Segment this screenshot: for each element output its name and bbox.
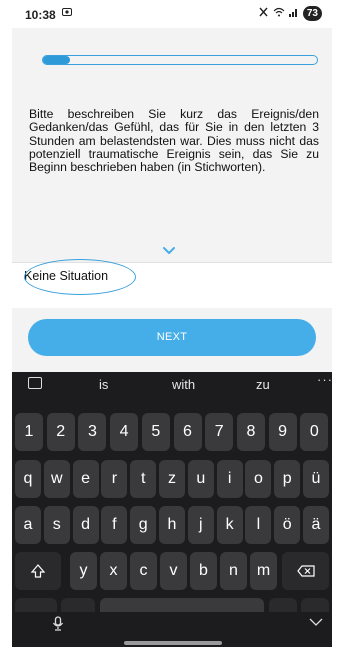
shift-icon xyxy=(30,563,46,578)
suggestion-1[interactable]: is xyxy=(99,377,108,392)
microphone-icon[interactable] xyxy=(52,616,64,635)
chevron-down-icon[interactable] xyxy=(162,246,176,256)
key-f[interactable]: f xyxy=(101,506,128,544)
backspace-key[interactable] xyxy=(282,552,329,590)
key-q[interactable]: q xyxy=(15,460,41,498)
battery-badge: 73 xyxy=(302,6,322,21)
next-button[interactable]: NEXT xyxy=(28,319,316,356)
key-b[interactable]: b xyxy=(190,552,217,590)
key-c[interactable]: c xyxy=(130,552,157,590)
key-p[interactable]: p xyxy=(274,460,301,498)
key-l[interactable]: l xyxy=(245,506,272,544)
key-g[interactable]: g xyxy=(130,506,157,544)
key-ü[interactable]: ü xyxy=(303,460,329,498)
key-9[interactable]: 9 xyxy=(268,413,297,451)
question-text: Bitte beschreiben Sie kurz das Ereignis/… xyxy=(29,107,319,175)
key-u[interactable]: u xyxy=(187,460,214,498)
key-r[interactable]: r xyxy=(101,460,128,498)
key-6[interactable]: 6 xyxy=(173,413,202,451)
key-2[interactable]: 2 xyxy=(46,413,75,451)
key-k[interactable]: k xyxy=(216,506,243,544)
key-y[interactable]: y xyxy=(70,552,97,590)
key-ä[interactable]: ä xyxy=(303,506,329,544)
key-j[interactable]: j xyxy=(187,506,214,544)
progress-fill xyxy=(43,56,71,64)
key-ö[interactable]: ö xyxy=(274,506,301,544)
backspace-icon xyxy=(296,565,315,577)
keyboard-collapse-icon[interactable] xyxy=(28,377,42,389)
status-time: 10:38 xyxy=(25,8,56,22)
key-z[interactable]: z xyxy=(159,460,185,498)
key-s[interactable]: s xyxy=(43,506,70,544)
key-a[interactable]: a xyxy=(15,506,41,544)
key-3[interactable]: 3 xyxy=(78,413,107,451)
home-indicator[interactable] xyxy=(124,641,222,645)
key-0[interactable]: 0 xyxy=(300,413,329,451)
key-d[interactable]: d xyxy=(72,506,99,544)
key-n[interactable]: n xyxy=(220,552,247,590)
key-x[interactable]: x xyxy=(100,552,127,590)
shift-key[interactable] xyxy=(15,552,61,590)
hide-keyboard-icon[interactable] xyxy=(309,618,323,626)
key-t[interactable]: t xyxy=(130,460,157,498)
key-h[interactable]: h xyxy=(159,506,185,544)
progress-bar xyxy=(42,55,318,65)
key-v[interactable]: v xyxy=(160,552,187,590)
key-4[interactable]: 4 xyxy=(110,413,139,451)
status-icons: 73 xyxy=(258,6,322,21)
more-options-icon[interactable]: ··· xyxy=(317,372,332,387)
key-7[interactable]: 7 xyxy=(205,413,234,451)
status-bar: 10:38 73 xyxy=(12,0,332,28)
key-8[interactable]: 8 xyxy=(236,413,265,451)
key-5[interactable]: 5 xyxy=(141,413,170,451)
phone-screen: 10:38 73 Bitte beschreiben Sie kurz das … xyxy=(12,0,332,647)
camera-icon xyxy=(62,7,72,19)
key-1[interactable]: 1 xyxy=(15,413,43,451)
highlight-circle xyxy=(24,259,136,295)
signal-icon xyxy=(288,7,299,20)
mute-icon xyxy=(258,7,269,20)
key-e[interactable]: e xyxy=(72,460,99,498)
wifi-icon xyxy=(273,7,285,20)
suggestion-3[interactable]: zu xyxy=(256,377,270,392)
key-w[interactable]: w xyxy=(43,460,70,498)
key-o[interactable]: o xyxy=(245,460,272,498)
suggestion-2[interactable]: with xyxy=(172,377,195,392)
key-i[interactable]: i xyxy=(216,460,243,498)
key-m[interactable]: m xyxy=(250,552,277,590)
